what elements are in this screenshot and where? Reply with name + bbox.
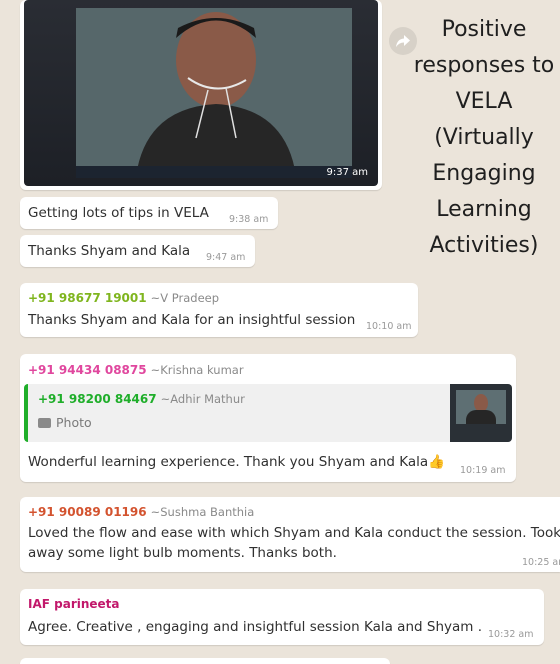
sender-line: +91 94434 08875 ~Krishna kumar — [28, 363, 244, 377]
quoted-message[interactable]: +91 98200 84467 ~Adhir Mathur Photo — [24, 384, 512, 442]
sender-line: IAF parineeta — [28, 597, 120, 611]
message-bubble[interactable]: Getting lots of tips in VELA 9:38 am — [20, 197, 278, 229]
message-time: 9:38 am — [229, 214, 269, 225]
message-time: 10:10 am — [366, 321, 412, 332]
sender-name[interactable]: IAF parineeta — [28, 597, 120, 611]
quoted-photo-thumbnail — [450, 384, 512, 442]
caption-line: Learning — [436, 197, 532, 222]
taskbar — [76, 166, 352, 178]
shared-photo[interactable]: 9:37 am — [24, 0, 378, 186]
message-time: 10:25 am — [522, 557, 560, 568]
sender-line: +91 98677 19001 ~V Pradeep — [28, 291, 219, 305]
message-bubble-partial[interactable] — [20, 658, 390, 664]
message-bubble[interactable]: +91 90089 01196 ~Sushma Banthia Loved the… — [20, 497, 560, 572]
caption-line: Activities) — [429, 233, 539, 258]
image-message-bubble[interactable]: 9:37 am — [20, 0, 382, 190]
message-bubble[interactable]: Thanks Shyam and Kala 9:47 am — [20, 235, 255, 267]
message-time: 9:47 am — [206, 252, 246, 263]
message-text: Thanks Shyam and Kala for an insightful … — [28, 312, 356, 328]
sender-name: ~V Pradeep — [150, 291, 220, 305]
message-text: Getting lots of tips in VELA — [28, 205, 209, 221]
thumbs-up-emoji: 👍 — [428, 454, 446, 470]
caption-line: Positive — [441, 17, 527, 42]
caption-line: VELA — [455, 89, 513, 114]
message-text-line-2: away some light bulb moments. Thanks bot… — [28, 545, 337, 561]
caption-text: Positive responses to VELA (Virtually En… — [408, 12, 560, 264]
message-text: Agree. Creative , engaging and insightfu… — [28, 619, 482, 635]
message-text: Wonderful learning experience. Thank you… — [28, 454, 446, 470]
caption-line: Engaging — [432, 161, 536, 186]
video-call-screen — [76, 8, 352, 176]
caption-line: (Virtually — [434, 125, 534, 150]
message-text: Thanks Shyam and Kala — [28, 243, 191, 259]
sender-phone[interactable]: +91 90089 01196 — [28, 505, 147, 519]
sender-phone[interactable]: +91 98677 19001 — [28, 291, 147, 305]
sender-name: ~Krishna kumar — [150, 363, 244, 377]
message-time: 9:37 am — [326, 167, 368, 178]
quoted-sender-phone: +91 98200 84467 — [38, 392, 157, 406]
person-figure — [76, 8, 352, 176]
sender-name: ~Sushma Banthia — [150, 505, 255, 519]
message-time: 10:19 am — [460, 465, 506, 476]
message-bubble[interactable]: +91 94434 08875 ~Krishna kumar +91 98200 … — [20, 354, 516, 482]
quoted-sender-line: +91 98200 84467 ~Adhir Mathur — [38, 392, 245, 406]
message-time: 10:32 am — [488, 629, 534, 640]
sender-line: +91 90089 01196 ~Sushma Banthia — [28, 505, 254, 519]
sender-phone[interactable]: +91 94434 08875 — [28, 363, 147, 377]
caption-line: responses to — [413, 53, 555, 78]
quoted-photo-label: Photo — [38, 415, 92, 430]
message-bubble[interactable]: IAF parineeta Agree. Creative , engaging… — [20, 589, 544, 645]
message-bubble[interactable]: +91 98677 19001 ~V Pradeep Thanks Shyam a… — [20, 283, 418, 337]
camera-icon — [38, 418, 51, 428]
message-text-line-1: Loved the flow and ease with which Shyam… — [28, 525, 560, 541]
quoted-sender-name: ~Adhir Mathur — [160, 392, 245, 406]
